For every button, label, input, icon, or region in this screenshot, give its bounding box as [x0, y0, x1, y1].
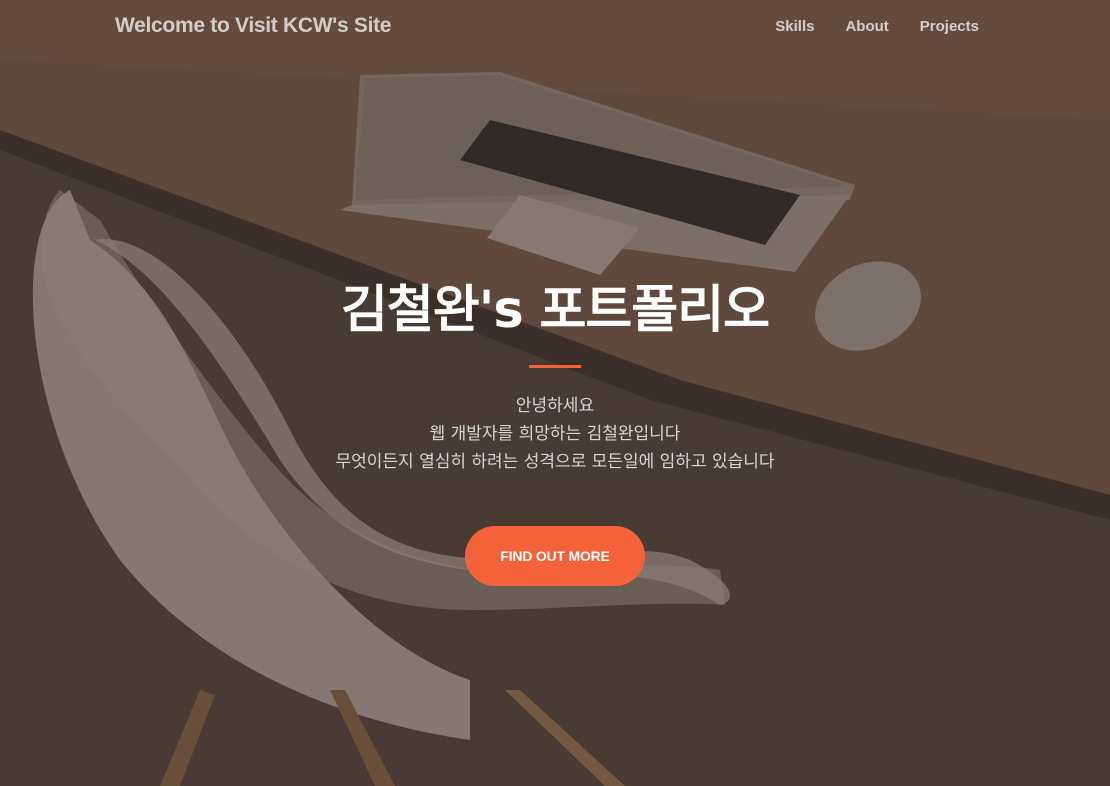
- find-out-more-button[interactable]: FIND OUT MORE: [465, 526, 645, 586]
- intro-line: 안녕하세요: [515, 396, 595, 416]
- site-brand-link[interactable]: Welcome to Visit KCW's Site: [115, 14, 391, 38]
- top-navbar: Welcome to Visit KCW's Site Skills About…: [0, 0, 1110, 56]
- nav-link-skills[interactable]: Skills: [775, 18, 814, 35]
- intro-text: 안녕하세요 웹 개발자를 희망하는 김철완입니다 무엇이든지 열심히 하려는 성…: [0, 392, 1110, 476]
- masthead: 김철완's 포트폴리오 안녕하세요 웹 개발자를 희망하는 김철완입니다 무엇이…: [0, 280, 1110, 586]
- intro-line: 무엇이든지 열심히 하려는 성격으로 모든일에 임하고 있습니다: [335, 452, 775, 472]
- intro-line: 웹 개발자를 희망하는 김철완입니다: [429, 424, 681, 444]
- page-title: 김철완's 포트폴리오: [340, 281, 770, 340]
- nav-links: Skills About Projects: [775, 18, 979, 35]
- hero-section: Welcome to Visit KCW's Site Skills About…: [0, 0, 1110, 786]
- title-divider: [529, 365, 581, 368]
- nav-link-projects[interactable]: Projects: [920, 18, 979, 35]
- nav-link-about[interactable]: About: [845, 18, 888, 35]
